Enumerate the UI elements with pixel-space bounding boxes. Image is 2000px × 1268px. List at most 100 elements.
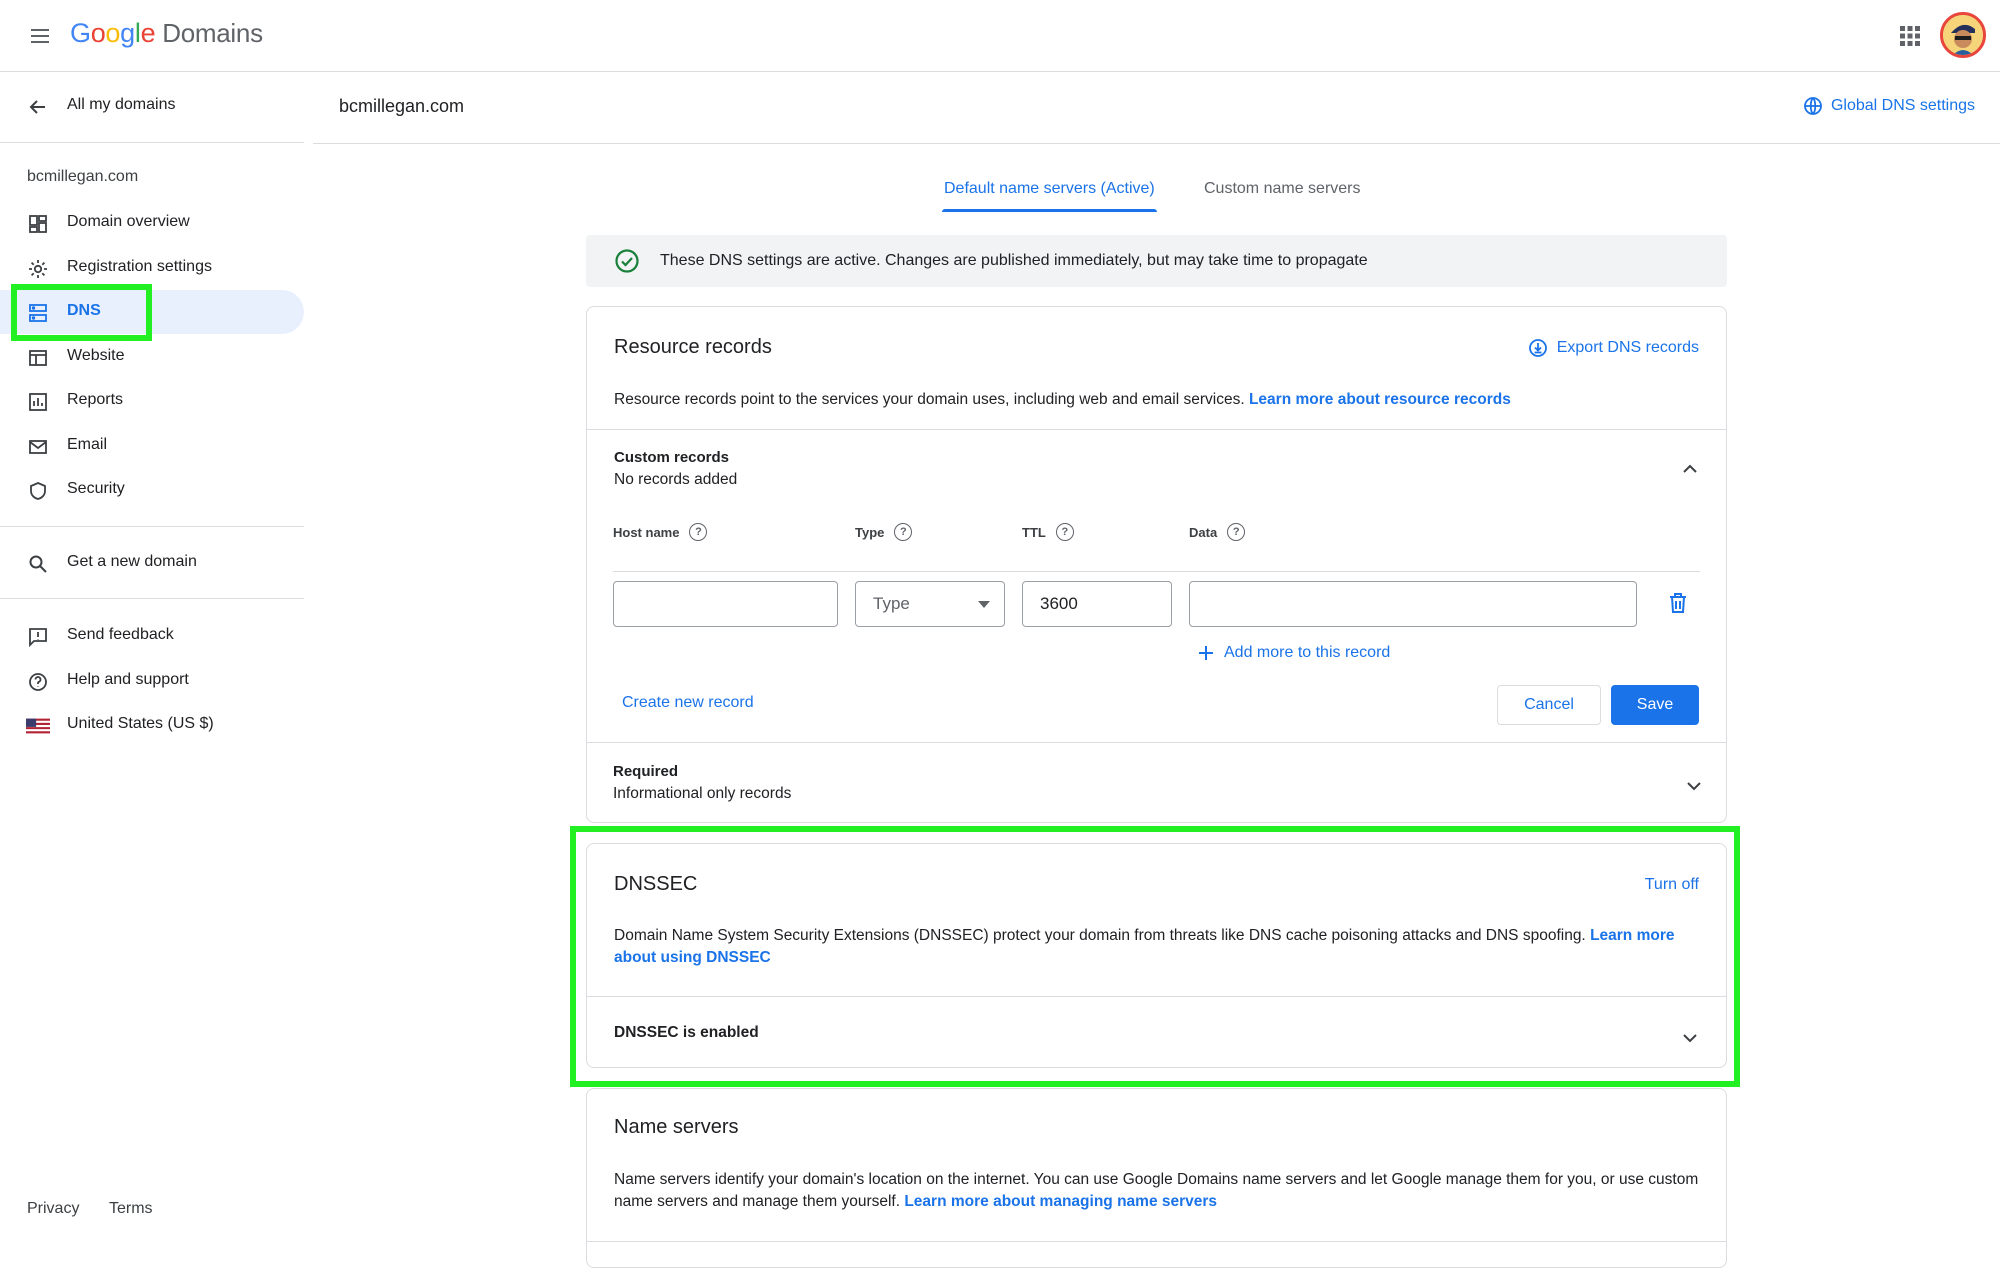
export-label: Export DNS records xyxy=(1556,339,1699,356)
website-icon xyxy=(26,346,50,370)
banner-text: These DNS settings are active. Changes a… xyxy=(660,252,1368,269)
page-title: bcmillegan.com xyxy=(339,96,465,116)
help-icon[interactable]: ? xyxy=(894,523,913,541)
feedback-icon xyxy=(26,625,50,649)
tab-custom-name-servers[interactable]: Custom name servers xyxy=(1204,180,1361,198)
divider xyxy=(587,429,1726,430)
divider xyxy=(613,571,1700,572)
reports-icon xyxy=(26,390,50,414)
global-dns-settings-link[interactable]: Global DNS settings xyxy=(1803,96,1975,116)
required-records-title: Required xyxy=(613,763,679,780)
locale-selector[interactable]: United States (US $) xyxy=(0,703,304,747)
resource-records-description: Resource records point to the services y… xyxy=(614,389,1511,411)
avatar[interactable] xyxy=(1940,12,1986,58)
dns-icon xyxy=(26,301,50,325)
sidebar-item-dns[interactable]: DNS xyxy=(0,290,304,334)
terms-link[interactable]: Terms xyxy=(109,1200,153,1218)
apps-grid-icon[interactable] xyxy=(1890,16,1930,56)
help-icon xyxy=(26,670,50,694)
us-flag-icon xyxy=(26,714,50,738)
column-label: Type xyxy=(855,524,885,540)
host-name-input[interactable] xyxy=(613,581,838,627)
custom-records-title: Custom records xyxy=(614,449,730,466)
resource-records-title: Resource records xyxy=(614,336,772,358)
ttl-input[interactable]: 3600 xyxy=(1022,581,1172,627)
menu-icon[interactable] xyxy=(20,16,60,56)
create-new-record-link[interactable]: Create new record xyxy=(622,694,754,712)
google-domains-logo[interactable]: Google Domains xyxy=(70,18,263,54)
tab-default-name-servers[interactable]: Default name servers (Active) xyxy=(942,180,1157,212)
delete-icon[interactable] xyxy=(1664,589,1692,617)
help-and-support[interactable]: Help and support xyxy=(0,659,304,703)
sidebar-item-label: Registration settings xyxy=(67,258,212,275)
description-text: Domain Name System Security Extensions (… xyxy=(614,927,1586,944)
data-input[interactable] xyxy=(1189,581,1637,627)
type-select-value: Type xyxy=(873,594,910,613)
divider xyxy=(587,996,1726,997)
back-to-all-domains[interactable]: All my domains xyxy=(0,84,304,128)
dnssec-description: Domain Name System Security Extensions (… xyxy=(614,925,1704,969)
column-type: Type ? xyxy=(855,523,913,541)
sidebar-item-label: Email xyxy=(67,436,108,453)
divider xyxy=(0,526,304,527)
export-dns-records-button[interactable]: Export DNS records xyxy=(1528,338,1699,358)
sidebar-item-registration-settings[interactable]: Registration settings xyxy=(0,246,304,290)
plus-icon xyxy=(1199,646,1213,660)
column-data: Data ? xyxy=(1189,523,1246,541)
arrow-back-icon xyxy=(26,95,50,119)
sidebar-item-reports[interactable]: Reports xyxy=(0,379,304,423)
dns-active-banner: These DNS settings are active. Changes a… xyxy=(586,235,1727,287)
sidebar-domain-name: bcmillegan.com xyxy=(27,168,139,185)
logo-letter: G xyxy=(70,18,91,48)
sidebar-item-label: Website xyxy=(67,347,125,364)
chevron-down-icon[interactable] xyxy=(1676,1024,1704,1052)
sidebar-item-label: Domain overview xyxy=(67,213,190,230)
sidebar-item-label: DNS xyxy=(67,302,101,319)
column-host-name: Host name ? xyxy=(613,523,708,541)
chevron-down-icon[interactable] xyxy=(1680,772,1708,800)
column-label: Data xyxy=(1189,524,1218,540)
resource-records-card: Resource records Export DNS records Reso… xyxy=(586,306,1727,823)
dropdown-arrow-icon xyxy=(978,601,990,608)
type-select[interactable]: Type xyxy=(855,581,1005,627)
dnssec-turn-off-button[interactable]: Turn off xyxy=(1645,876,1699,894)
get-new-domain[interactable]: Get a new domain xyxy=(0,541,304,585)
help-icon[interactable]: ? xyxy=(1055,523,1074,541)
name-servers-title: Name servers xyxy=(614,1116,739,1138)
help-icon[interactable]: ? xyxy=(689,523,708,541)
sidebar: All my domains bcmillegan.com Domain ove… xyxy=(0,72,304,1250)
add-more-label: Add more to this record xyxy=(1224,644,1391,661)
divider xyxy=(0,598,304,599)
chevron-up-icon[interactable] xyxy=(1676,455,1704,483)
download-icon xyxy=(1528,339,1547,357)
dnssec-title: DNSSEC xyxy=(614,873,698,895)
dnssec-status: DNSSEC is enabled xyxy=(614,1024,759,1041)
check-circle-icon xyxy=(615,249,639,273)
gear-icon xyxy=(26,257,50,281)
send-feedback[interactable]: Send feedback xyxy=(0,614,304,658)
privacy-link[interactable]: Privacy xyxy=(27,1200,79,1218)
learn-more-name-servers-link[interactable]: Learn more about managing name servers xyxy=(904,1193,1217,1210)
sidebar-item-email[interactable]: Email xyxy=(0,424,304,468)
divider xyxy=(587,742,1726,743)
sidebar-item-security[interactable]: Security xyxy=(0,468,304,512)
save-button[interactable]: Save xyxy=(1611,685,1699,725)
add-more-to-record-button[interactable]: Add more to this record xyxy=(1198,644,1390,662)
help-icon[interactable]: ? xyxy=(1227,523,1246,541)
google-logo-text: Google xyxy=(70,18,156,49)
description-text: Resource records point to the services y… xyxy=(614,391,1245,408)
help-label: Help and support xyxy=(67,671,189,688)
globe-icon xyxy=(1804,97,1822,115)
logo-letter: o xyxy=(105,18,121,48)
dashboard-icon xyxy=(26,212,50,236)
email-icon xyxy=(26,435,50,459)
dnssec-card: DNSSEC Turn off Domain Name System Secur… xyxy=(586,843,1727,1068)
sidebar-item-domain-overview[interactable]: Domain overview xyxy=(0,201,304,245)
top-app-bar: Google Domains xyxy=(0,0,2000,72)
cancel-button[interactable]: Cancel xyxy=(1497,685,1601,725)
learn-more-resource-records-link[interactable]: Learn more about resource records xyxy=(1249,391,1511,408)
logo-letter: o xyxy=(90,18,106,48)
column-label: Host name xyxy=(613,524,680,540)
required-records-subtitle: Informational only records xyxy=(613,785,792,802)
sidebar-item-website[interactable]: Website xyxy=(0,335,304,379)
